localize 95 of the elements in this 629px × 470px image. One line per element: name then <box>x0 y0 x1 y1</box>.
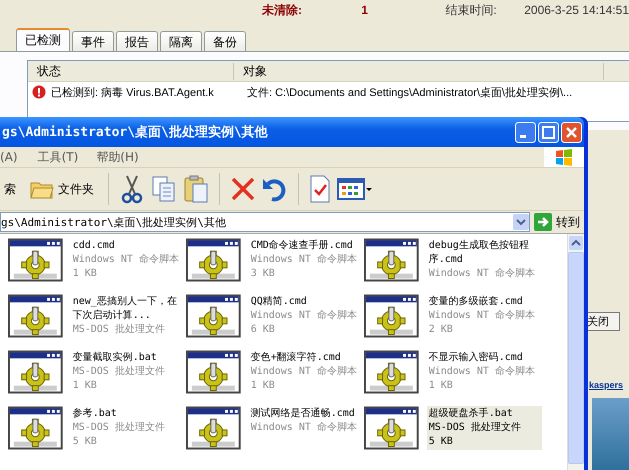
file-info[interactable]: 不显示输入密码.cmd Windows NT 命令脚本 1 KB <box>426 350 542 394</box>
copy-icon[interactable] <box>151 175 177 203</box>
scroll-thumb[interactable] <box>568 252 584 464</box>
count-value: 1 <box>361 3 369 17</box>
script-file-icon <box>8 238 63 282</box>
file-type: MS-DOS 批处理文件 <box>72 421 166 435</box>
file-info[interactable]: 测试网络是否通畅.cmd Windows NT 命令脚本 <box>248 406 364 436</box>
script-file-icon <box>364 350 419 394</box>
maximize-button[interactable] <box>538 122 559 142</box>
script-file-icon <box>186 294 241 338</box>
file-type: Windows NT 命令脚本 <box>250 253 358 267</box>
script-file-icon <box>364 294 419 338</box>
scroll-up-icon[interactable] <box>569 236 583 250</box>
link[interactable]: kaspers <box>589 380 624 390</box>
address-field[interactable]: gs\Administrator\桌面\批处理实例\其他 <box>0 212 530 232</box>
file-info[interactable]: debug生成取色按钮程序.cmd Windows NT 命令脚本 <box>426 238 542 282</box>
views-icon[interactable] <box>337 177 373 201</box>
file-type: MS-DOS 批处理文件 <box>428 421 522 435</box>
object-path: 文件: C:\Documents and Settings\Administrator\桌面\批处理实例\... <box>246 86 572 100</box>
file-info[interactable]: 参考.bat MS-DOS 批处理文件 5 KB <box>70 406 186 450</box>
script-file-icon <box>186 406 241 450</box>
file-name: 参考.bat <box>72 407 118 421</box>
paste-icon[interactable] <box>183 174 209 204</box>
script-file-icon <box>8 294 63 338</box>
photo-placeholder <box>592 398 629 470</box>
file-size: 5 KB <box>72 435 98 449</box>
search-button[interactable]: 索 <box>0 180 20 198</box>
script-file-icon <box>8 350 63 394</box>
file-size: 5 KB <box>428 435 454 449</box>
tab[interactable]: 事件 <box>72 31 114 51</box>
column-header[interactable]: 对象 <box>234 62 604 80</box>
file-name: QQ精简.cmd <box>250 295 308 309</box>
menu-item[interactable]: 帮助(H) <box>96 148 139 166</box>
scrollbar[interactable] <box>567 234 584 470</box>
tab[interactable]: 备份 <box>204 31 246 51</box>
detection-status: 已检测到: 病毒 Virus.BAT.Agent.k <box>51 86 214 100</box>
file-info[interactable]: 变量截取实例.bat MS-DOS 批处理文件 1 KB <box>70 350 186 394</box>
file-info[interactable]: new_恶搞别人一下，在下次启动计算... MS-DOS 批处理文件 <box>70 294 186 338</box>
go-button[interactable]: 转到 <box>534 213 580 231</box>
file-info[interactable]: 超级硬盘杀手.bat MS-DOS 批处理文件 5 KB <box>426 406 542 450</box>
file-name: 不显示输入密码.cmd <box>428 351 524 365</box>
file-type: Windows NT 命令脚本 <box>250 365 358 379</box>
menu-item[interactable]: 工具(T) <box>38 148 78 166</box>
file-name: 变色+翻滚字符.cmd <box>250 351 342 365</box>
file-info[interactable]: cdd.cmd Windows NT 命令脚本 1 KB <box>70 238 186 282</box>
file-type: Windows NT 命令脚本 <box>428 309 536 323</box>
folders-button[interactable]: 文件夹 <box>26 178 98 200</box>
undo-icon[interactable] <box>262 176 288 202</box>
file-name: 超级硬盘杀手.bat <box>428 407 514 421</box>
end-time-value: 2006-3-25 14:14:51 <box>524 3 629 17</box>
script-file-icon <box>186 238 241 282</box>
file-type: Windows NT 命令脚本 <box>428 365 536 379</box>
file-type: MS-DOS 批处理文件 <box>72 365 166 379</box>
minimize-button[interactable] <box>515 122 536 142</box>
script-file-icon <box>364 238 419 282</box>
file-name: 测试网络是否通畅.cmd <box>250 407 356 421</box>
file-size: 1 KB <box>72 379 98 393</box>
script-file-icon <box>364 406 419 450</box>
file-size: 1 KB <box>250 379 276 393</box>
file-size: 1 KB <box>428 379 454 393</box>
menu-item[interactable]: (A) <box>0 150 18 164</box>
file-info[interactable]: QQ精简.cmd Windows NT 命令脚本 6 KB <box>248 294 364 338</box>
properties-icon[interactable] <box>309 175 331 203</box>
file-type: Windows NT 命令脚本 <box>250 421 358 435</box>
file-info[interactable]: 变量的多级嵌套.cmd Windows NT 命令脚本 2 KB <box>426 294 542 338</box>
file-name: 变量截取实例.bat <box>72 351 158 365</box>
tab[interactable]: 隔离 <box>160 31 202 51</box>
status-label: 未清除: <box>262 2 303 18</box>
file-name: new_恶搞别人一下，在下次启动计算... <box>72 295 178 323</box>
script-file-icon <box>186 350 241 394</box>
file-size: 1 KB <box>72 267 98 281</box>
file-type: Windows NT 命令脚本 <box>250 309 358 323</box>
file-type: MS-DOS 批处理文件 <box>72 323 166 337</box>
script-file-icon <box>8 406 63 450</box>
file-size: 6 KB <box>250 323 276 337</box>
windows-logo-icon <box>555 148 573 166</box>
file-info[interactable]: 变色+翻滚字符.cmd Windows NT 命令脚本 1 KB <box>248 350 364 394</box>
file-type: Windows NT 命令脚本 <box>72 253 180 267</box>
delete-icon[interactable] <box>230 176 256 202</box>
end-time-label: 结束时间: <box>445 2 498 18</box>
file-type: Windows NT 命令脚本 <box>428 267 536 281</box>
file-name: cdd.cmd <box>72 239 116 253</box>
tab[interactable]: 报告 <box>116 31 158 51</box>
file-name: debug生成取色按钮程序.cmd <box>428 239 530 267</box>
cut-icon[interactable] <box>119 174 145 204</box>
close-button[interactable] <box>561 122 582 142</box>
file-size: 2 KB <box>428 323 454 337</box>
file-size: 3 KB <box>250 267 276 281</box>
file-name: CMD命令速查手册.cmd <box>250 239 354 253</box>
window-title: gs\Administrator\桌面\批处理实例\其他 <box>1 124 268 141</box>
file-info[interactable]: CMD命令速查手册.cmd Windows NT 命令脚本 3 KB <box>248 238 364 282</box>
tab[interactable]: 已检测 <box>16 28 70 51</box>
error-icon <box>32 85 46 99</box>
column-header[interactable]: 状态 <box>28 62 234 80</box>
file-name: 变量的多级嵌套.cmd <box>428 295 524 309</box>
